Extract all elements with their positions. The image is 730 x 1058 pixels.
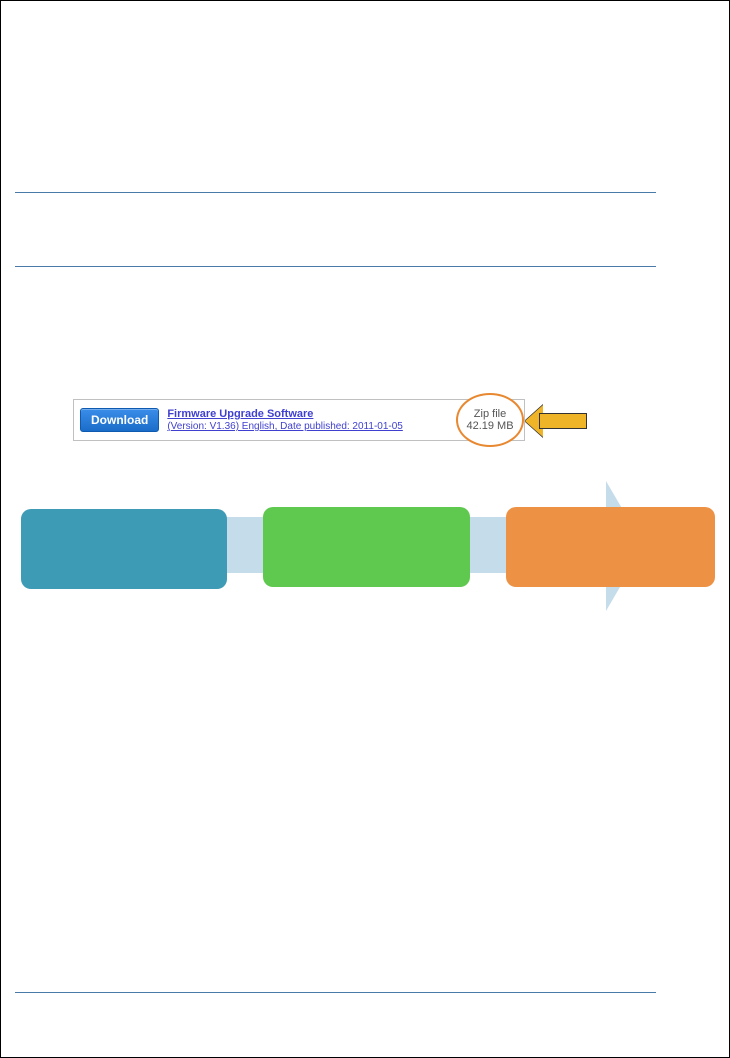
download-subtitle-link[interactable]: (Version: V1.36) English, Date published… xyxy=(167,421,403,432)
download-button[interactable]: Download xyxy=(80,408,159,432)
download-title-link[interactable]: Firmware Upgrade Software xyxy=(167,408,313,420)
divider-line xyxy=(15,992,656,993)
flow-diagram xyxy=(21,481,721,611)
divider-line xyxy=(15,192,656,193)
flow-step-1 xyxy=(21,509,227,589)
flow-step-2 xyxy=(263,507,470,587)
arrow-indicator-icon xyxy=(525,405,589,437)
file-size-text: 42.19 MB xyxy=(466,420,513,432)
flow-step-3 xyxy=(506,507,715,587)
file-type-text: Zip file xyxy=(474,408,506,420)
file-badge: Zip file 42.19 MB xyxy=(456,393,524,447)
divider-line xyxy=(15,266,656,267)
